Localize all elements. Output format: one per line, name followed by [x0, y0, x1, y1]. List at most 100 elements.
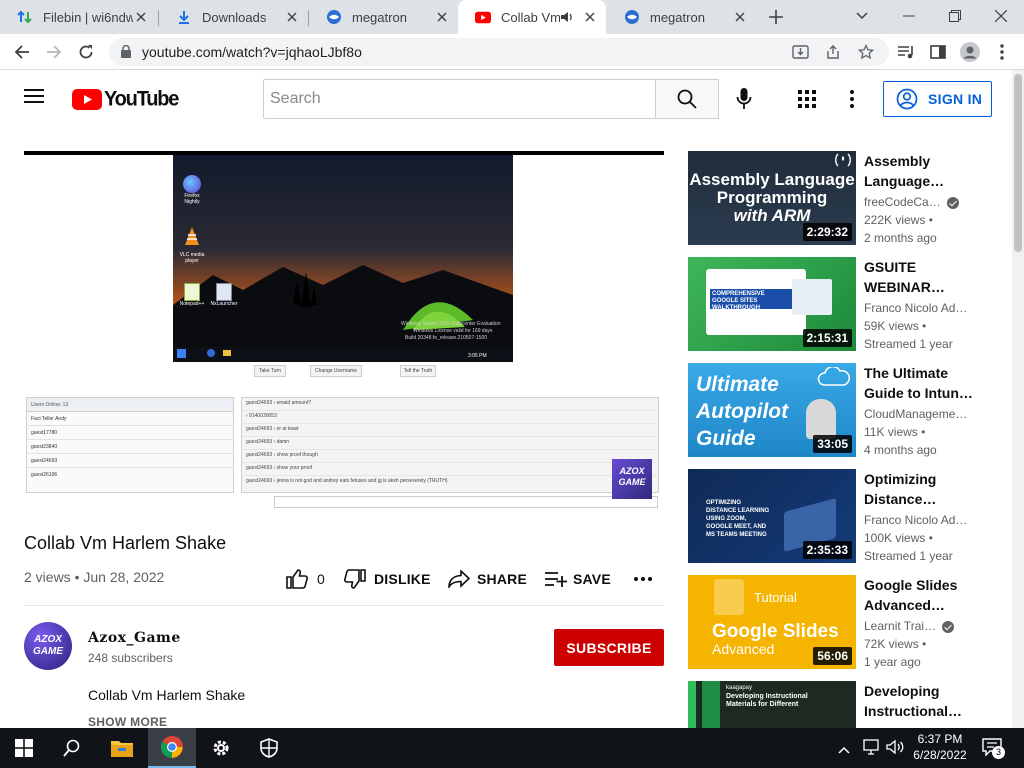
new-tab-button[interactable] — [766, 7, 786, 27]
network-icon[interactable] — [862, 739, 880, 760]
video-thumbnail[interactable]: Tutorial Google Slides Advanced 56:06 — [688, 575, 856, 669]
chrome-menu-button[interactable] — [988, 38, 1016, 66]
chrome-taskbar-button[interactable] — [148, 728, 196, 768]
restore-button[interactable] — [943, 6, 967, 26]
lock-icon[interactable] — [121, 44, 131, 63]
back-button[interactable] — [8, 38, 36, 66]
start-button[interactable] — [0, 728, 48, 768]
side-panel-button[interactable] — [924, 38, 952, 66]
page-scrollbar[interactable] — [1012, 70, 1024, 728]
volume-icon[interactable] — [886, 739, 904, 760]
address-bar[interactable]: youtube.com/watch?v=jqhaoLJbf8o — [109, 38, 889, 66]
video-thumbnail[interactable]: OPTIMIZING DISTANCE LEARNING USING ZOOM,… — [688, 469, 856, 563]
media-control-button[interactable] — [892, 38, 920, 66]
minimize-button[interactable] — [897, 6, 921, 26]
tray-overflow-chevron-icon[interactable] — [838, 741, 850, 759]
close-icon[interactable] — [133, 9, 149, 25]
channel-watermark[interactable]: AZOX GAME — [612, 459, 652, 499]
channel-avatar[interactable]: AZOX GAME — [24, 622, 72, 670]
video-thumbnail[interactable]: kaagapay Developing Instructional Materi… — [688, 681, 856, 728]
tab-search-button[interactable] — [850, 6, 874, 26]
share-icon[interactable] — [825, 44, 841, 65]
show-more-button[interactable]: SHOW MORE — [88, 715, 167, 729]
recommended-channel[interactable]: Franco Nicolo Ad… — [864, 301, 974, 315]
download-icon — [176, 9, 192, 25]
thumbnail-text-title: Google Slides — [712, 621, 839, 642]
take-turn-button[interactable]: Take Turn — [254, 365, 286, 377]
settings-taskbar-button[interactable] — [197, 728, 245, 768]
close-window-button[interactable] — [989, 6, 1013, 26]
save-button[interactable]: SAVE — [545, 565, 611, 593]
speaker-icon[interactable] — [560, 10, 574, 24]
recommended-video[interactable]: Ultimate Autopilot Guide 33:05 The Ultim… — [688, 363, 1000, 457]
forward-button[interactable] — [40, 38, 68, 66]
tab-filebin[interactable]: Filebin | wi6ndw — [0, 0, 157, 34]
recommended-title: Optimizing Distance… — [864, 471, 937, 507]
notifications-button[interactable]: 3 — [982, 738, 1006, 759]
voice-search-button[interactable] — [736, 88, 756, 112]
youtube-logo[interactable]: YouTube — [72, 87, 179, 111]
video-thumbnail[interactable]: Ultimate Autopilot Guide 33:05 — [688, 363, 856, 457]
dislike-button[interactable]: DISLIKE — [344, 565, 431, 593]
share-button[interactable]: SHARE — [448, 565, 527, 593]
tab-downloads[interactable]: Downloads — [159, 0, 308, 34]
change-username-button[interactable]: Change Username — [310, 365, 362, 377]
search-input[interactable] — [270, 88, 650, 110]
close-icon[interactable] — [284, 9, 300, 25]
recommended-video[interactable]: Assembly Language Programming with ARM 2… — [688, 151, 1000, 245]
video-player[interactable]: Windows Server 2022 Datacenter Evaluatio… — [24, 151, 664, 511]
recommended-channel[interactable]: freeCodeCa… — [864, 195, 974, 209]
video-thumbnail[interactable]: COMPREHENSIVE GOOGLE SITES WALKTHROUGH 2… — [688, 257, 856, 351]
scrollbar-thumb[interactable] — [1014, 74, 1022, 252]
channel-name[interactable]: Azox_Game — [88, 630, 181, 646]
browser-toolbar: youtube.com/watch?v=jqhaoLJbf8o — [0, 34, 1024, 70]
thumbnail-stripe — [702, 681, 720, 728]
recommended-channel[interactable]: Learnit Trai… — [864, 619, 974, 633]
file-explorer-button[interactable] — [98, 728, 146, 768]
settings-more-button[interactable] — [850, 90, 860, 110]
chevron-down-icon — [856, 12, 868, 20]
recommended-age: 2 months ago — [864, 231, 937, 245]
recommended-video[interactable]: Tutorial Google Slides Advanced 56:06 Go… — [688, 575, 1000, 669]
close-icon[interactable] — [732, 9, 748, 25]
close-icon[interactable] — [434, 9, 450, 25]
chat-input[interactable] — [274, 496, 658, 508]
apps-button[interactable] — [798, 90, 818, 110]
recommended-video[interactable]: COMPREHENSIVE GOOGLE SITES WALKTHROUGH 2… — [688, 257, 1000, 351]
search-box[interactable] — [263, 79, 656, 119]
search-icon — [677, 89, 697, 109]
close-icon — [995, 10, 1007, 22]
recommended-channel[interactable]: CloudManageme… — [864, 407, 974, 421]
tab-megatron-2[interactable]: megatron — [607, 0, 756, 34]
recommended-video[interactable]: kaagapay Developing Instructional Materi… — [688, 681, 1000, 728]
shield-icon — [260, 738, 278, 758]
bookmark-star-icon[interactable] — [857, 43, 875, 65]
tell-truth-button[interactable]: Tell the Truth — [400, 365, 436, 377]
like-count: 0 — [317, 571, 325, 587]
video-meta: 2 views • Jun 28, 2022 — [24, 569, 164, 585]
close-icon[interactable] — [582, 9, 598, 25]
video-thumbnail[interactable]: Assembly Language Programming with ARM 2… — [688, 151, 856, 245]
tab-collab-vm[interactable]: Collab Vm H — [458, 0, 606, 34]
reload-button[interactable] — [72, 38, 100, 66]
search-taskbar-button[interactable] — [48, 728, 96, 768]
profile-button[interactable] — [956, 38, 984, 66]
like-button[interactable]: 0 — [286, 565, 325, 593]
security-taskbar-button[interactable] — [245, 728, 293, 768]
guide-menu-button[interactable] — [24, 88, 48, 110]
search-button[interactable] — [655, 79, 719, 119]
clock[interactable]: 6:37 PM 6/28/2022 — [908, 731, 972, 763]
install-app-icon[interactable] — [792, 44, 809, 65]
recommended-video[interactable]: OPTIMIZING DISTANCE LEARNING USING ZOOM,… — [688, 469, 1000, 563]
sign-in-button[interactable]: SIGN IN — [883, 81, 992, 117]
tab-megatron[interactable]: megatron — [309, 0, 458, 34]
clock-time: 6:37 PM — [917, 732, 963, 746]
upload-date: Jun 28, 2022 — [83, 569, 165, 585]
megatron-icon — [624, 9, 640, 25]
recommended-channel[interactable]: Franco Nicolo Ad… — [864, 513, 974, 527]
media-queue-icon — [898, 46, 913, 59]
subscribe-button[interactable]: SUBSCRIBE — [554, 629, 664, 666]
more-actions-button[interactable] — [634, 565, 652, 593]
url-text[interactable]: youtube.com/watch?v=jqhaoLJbf8o — [142, 44, 362, 60]
vlc-cone-icon — [185, 227, 199, 245]
